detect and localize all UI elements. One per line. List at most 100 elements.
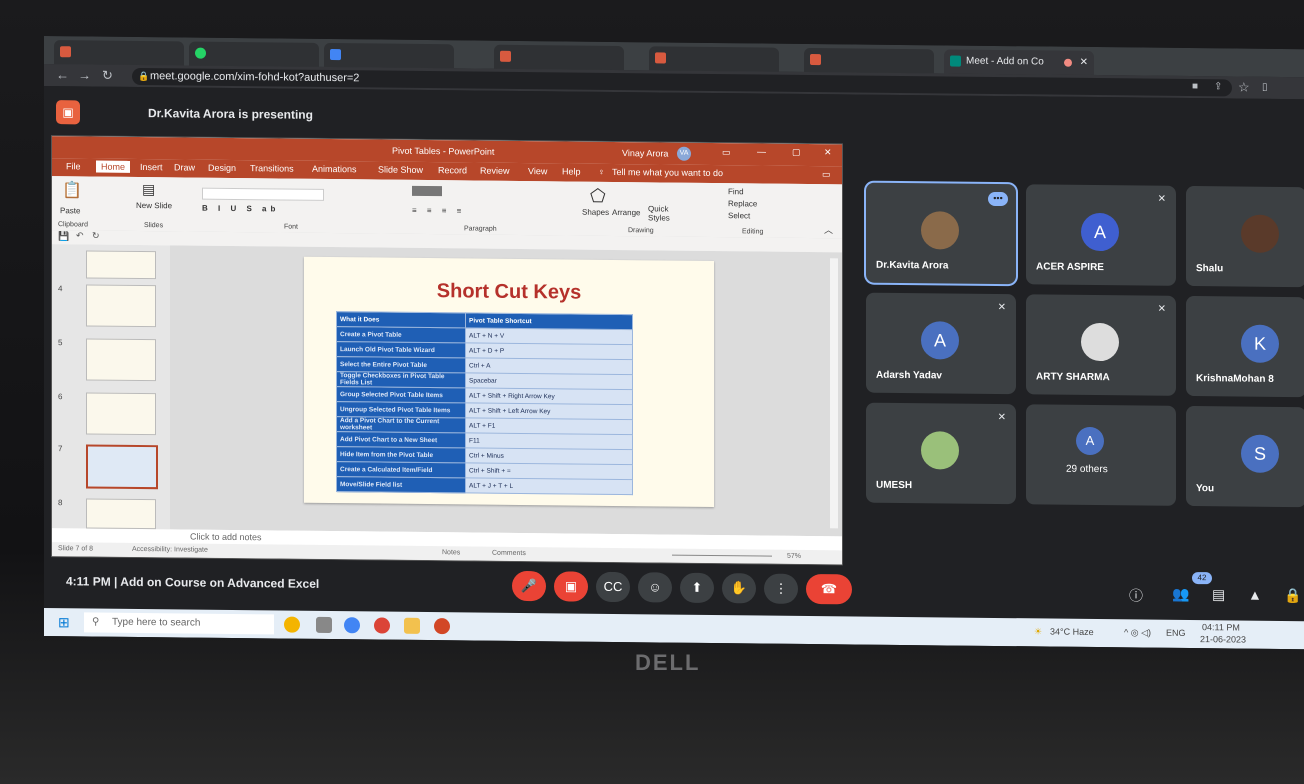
weather-text[interactable]: 34°C Haze bbox=[1050, 627, 1094, 637]
font-format-buttons[interactable]: B I U S ab bbox=[202, 204, 279, 214]
emoji-button[interactable]: ☺ bbox=[638, 572, 672, 603]
zoom-level[interactable]: 57% bbox=[787, 553, 801, 560]
select-button[interactable]: Select bbox=[728, 211, 750, 220]
paste-icon[interactable]: 📋 bbox=[62, 180, 82, 200]
participant-tile[interactable]: ✕ ARTY SHARMA bbox=[1026, 294, 1176, 396]
participant-tile[interactable]: A ✕ Adarsh Yadav bbox=[866, 292, 1016, 395]
paste-button[interactable]: Paste bbox=[60, 206, 80, 215]
browser-tab[interactable] bbox=[649, 46, 779, 72]
menu-file[interactable]: File bbox=[66, 161, 81, 171]
chat-icon[interactable]: ▤ bbox=[1212, 586, 1225, 603]
bullets-icon[interactable] bbox=[412, 185, 442, 197]
close-icon[interactable]: ✕ bbox=[824, 147, 832, 158]
info-icon[interactable]: ⓘ bbox=[1129, 585, 1143, 605]
font-family-select[interactable] bbox=[202, 187, 324, 201]
share-icon[interactable]: ⇪ bbox=[1214, 79, 1222, 95]
camera-off-button[interactable]: ▣ bbox=[554, 571, 588, 602]
comments-button[interactable]: Comments bbox=[492, 550, 526, 557]
slide-thumbnail-selected[interactable] bbox=[86, 444, 158, 490]
close-tab-icon[interactable]: ✕ bbox=[1080, 51, 1088, 75]
align-buttons[interactable]: ≡ ≡ ≡ ≡ bbox=[412, 206, 465, 216]
present-button[interactable]: ⬆ bbox=[680, 572, 714, 604]
cortana-icon[interactable] bbox=[284, 616, 300, 633]
lock-host-icon[interactable]: 🔒 bbox=[1284, 587, 1301, 604]
quick-styles-button[interactable]: Quick Styles bbox=[648, 204, 674, 222]
slide-thumbnail[interactable] bbox=[86, 498, 156, 530]
accessibility-status[interactable]: Accessibility: Investigate bbox=[132, 546, 208, 554]
slide-thumbnail[interactable] bbox=[86, 250, 156, 280]
menu-design[interactable]: Design bbox=[208, 163, 236, 173]
browser-tab[interactable] bbox=[54, 40, 184, 66]
zoom-slider[interactable] bbox=[672, 554, 772, 557]
participant-tile[interactable]: ••• Dr.Kavita Arora bbox=[866, 182, 1016, 285]
participant-tile[interactable]: A 29 others bbox=[1026, 404, 1176, 506]
notes-button[interactable]: Notes bbox=[442, 549, 460, 556]
menu-help[interactable]: Help bbox=[562, 166, 581, 176]
task-view-icon[interactable] bbox=[316, 616, 332, 634]
undo-icon[interactable]: ↶ bbox=[76, 230, 84, 241]
windows-start-icon[interactable]: ⊞ bbox=[58, 614, 70, 631]
comments-icon[interactable]: ▭ bbox=[822, 169, 831, 180]
tray-icons[interactable]: ^ ◎ ◁) bbox=[1124, 627, 1151, 638]
menu-transitions[interactable]: Transitions bbox=[250, 163, 294, 173]
browser-tab[interactable] bbox=[324, 42, 454, 69]
user-avatar[interactable]: VA bbox=[677, 146, 691, 161]
slide-thumbnail[interactable] bbox=[86, 338, 156, 382]
save-icon[interactable]: 💾 bbox=[58, 231, 69, 242]
people-icon[interactable]: 👥 bbox=[1172, 586, 1189, 603]
browser-tab-active[interactable]: Meet - Add on Co ✕ bbox=[944, 49, 1094, 75]
browser-tab[interactable] bbox=[494, 44, 624, 71]
participant-tile[interactable]: Shalu bbox=[1186, 185, 1304, 288]
menu-animations[interactable]: Animations bbox=[312, 164, 357, 174]
tell-me-box[interactable]: Tell me what you want to do bbox=[612, 167, 723, 178]
bookmark-star-icon[interactable]: ☆ bbox=[1238, 80, 1250, 96]
collapse-ribbon-icon[interactable]: ︿ bbox=[824, 223, 833, 236]
slide-thumbnail[interactable] bbox=[86, 284, 156, 328]
menu-view[interactable]: View bbox=[528, 166, 547, 176]
minimize-icon[interactable]: — bbox=[757, 146, 766, 156]
camera-icon[interactable]: ■ bbox=[1192, 79, 1198, 95]
leave-call-button[interactable]: ☎ bbox=[806, 573, 852, 605]
find-button[interactable]: Find bbox=[728, 187, 744, 196]
shapes-button[interactable]: Shapes bbox=[582, 208, 609, 217]
clock-date[interactable]: 21-06-2023 bbox=[1200, 634, 1246, 644]
menu-record[interactable]: Record bbox=[438, 165, 467, 175]
sidebar-icon[interactable]: ▯ bbox=[1262, 80, 1268, 96]
language-indicator[interactable]: ENG bbox=[1166, 628, 1186, 638]
ribbon-display-icon[interactable]: ▭ bbox=[722, 147, 731, 158]
shapes-icon[interactable]: ⬠ bbox=[590, 186, 606, 207]
maximize-icon[interactable]: ▢ bbox=[792, 147, 801, 158]
new-slide-icon[interactable]: ▤ bbox=[142, 181, 155, 198]
mic-off-button[interactable]: 🎤 bbox=[512, 570, 546, 602]
replace-button[interactable]: Replace bbox=[728, 199, 757, 208]
slide[interactable]: Short Cut Keys What it Does Pivot Table S… bbox=[304, 256, 714, 508]
redo-icon[interactable]: ↻ bbox=[92, 231, 100, 242]
forward-icon[interactable]: → bbox=[78, 67, 91, 83]
participant-tile[interactable]: K KrishnaMohan 8 bbox=[1186, 295, 1304, 398]
clock-time[interactable]: 04:11 PM bbox=[1202, 622, 1240, 632]
slide-thumbnail[interactable] bbox=[86, 392, 156, 436]
participant-tile[interactable]: A ✕ ACER ASPIRE bbox=[1026, 184, 1176, 286]
back-icon[interactable]: ← bbox=[56, 67, 69, 83]
menu-home[interactable]: Home bbox=[96, 160, 131, 173]
participant-tile[interactable]: ✕ UMESH bbox=[866, 402, 1016, 505]
arrange-button[interactable]: Arrange bbox=[612, 208, 640, 217]
more-options-button[interactable]: ⋮ bbox=[764, 573, 798, 604]
new-slide-button[interactable]: New Slide bbox=[136, 201, 172, 210]
file-explorer-icon[interactable] bbox=[404, 617, 420, 634]
menu-insert[interactable]: Insert bbox=[140, 162, 163, 172]
menu-draw[interactable]: Draw bbox=[174, 162, 195, 172]
menu-review[interactable]: Review bbox=[480, 166, 510, 176]
menu-slide-show[interactable]: Slide Show bbox=[378, 164, 423, 174]
vertical-scrollbar[interactable] bbox=[830, 258, 838, 529]
powerpoint-taskbar-icon[interactable] bbox=[434, 618, 450, 635]
activities-icon[interactable]: ▲ bbox=[1248, 587, 1262, 603]
reload-icon[interactable]: ↻ bbox=[102, 68, 113, 84]
chrome-icon[interactable] bbox=[344, 617, 360, 634]
present-icon[interactable]: ▣ bbox=[56, 100, 80, 125]
more-options-icon[interactable]: ••• bbox=[988, 191, 1008, 207]
chrome-profile-icon[interactable] bbox=[374, 617, 390, 634]
captions-button[interactable]: CC bbox=[596, 571, 630, 603]
raise-hand-button[interactable]: ✋ bbox=[722, 573, 756, 604]
taskbar-search[interactable]: ⚲ Type here to search bbox=[84, 612, 274, 635]
